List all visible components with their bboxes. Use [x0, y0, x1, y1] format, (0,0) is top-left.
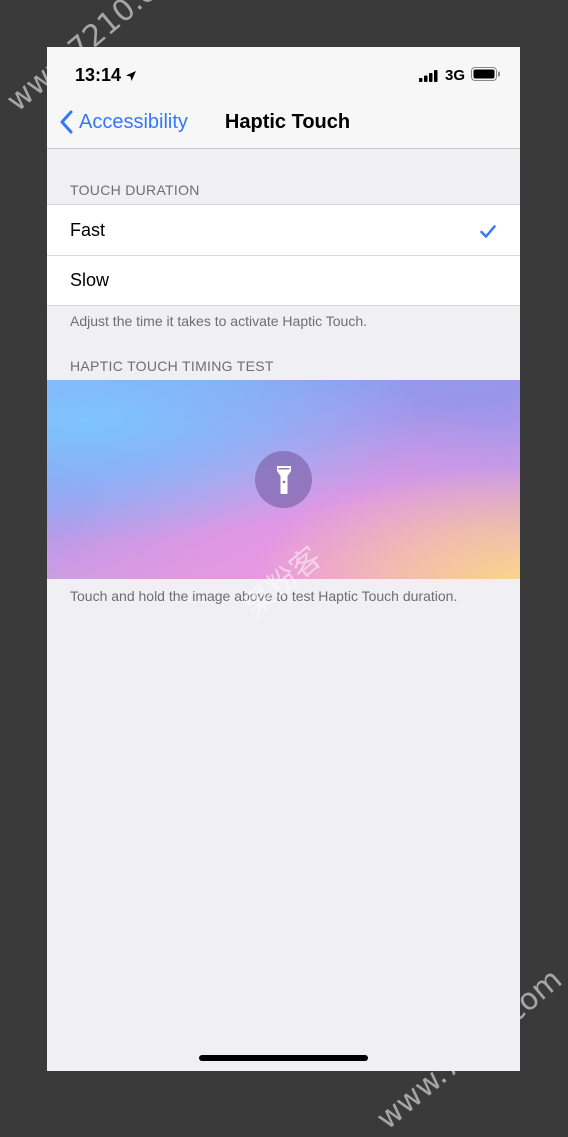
option-slow[interactable]: Slow [47, 255, 520, 305]
status-bar: 13:14 3G [47, 47, 520, 97]
status-time: 13:14 [75, 65, 122, 85]
page-title: Haptic Touch [224, 111, 351, 133]
option-label: Slow [70, 269, 110, 290]
touch-duration-footer: Adjust the time it takes to activate Hap… [70, 313, 368, 329]
phone-screen: 13:14 3G Accessibility Haptic Touch TOUC… [47, 47, 520, 1071]
checkmark-icon [480, 222, 496, 243]
section-header-touch-duration: TOUCH DURATION [70, 182, 200, 198]
location-arrow-icon [125, 69, 137, 87]
section-header-timing-test: HAPTIC TOUCH TIMING TEST [70, 358, 274, 374]
network-type: 3G [445, 67, 466, 84]
battery-icon [471, 67, 501, 87]
touch-duration-options: Fast Slow [47, 204, 520, 306]
home-indicator[interactable] [199, 1055, 368, 1061]
option-fast[interactable]: Fast [47, 205, 520, 255]
option-label: Fast [70, 219, 106, 240]
flashlight-icon [255, 451, 312, 508]
navigation-bar: Accessibility Haptic Touch [47, 97, 520, 149]
signal-bars-icon [419, 69, 439, 87]
